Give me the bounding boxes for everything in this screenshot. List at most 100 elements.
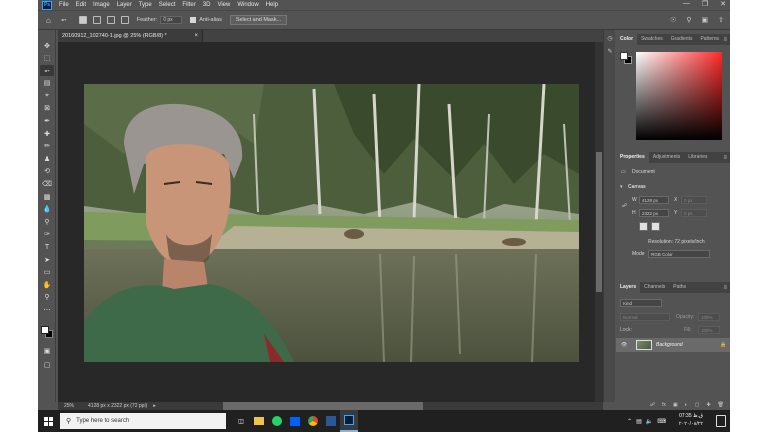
anti-alias-checkbox[interactable] xyxy=(190,17,197,23)
eraser-tool-icon[interactable]: ⌫ xyxy=(40,179,54,190)
link-layers-icon[interactable]: ☍ xyxy=(650,402,655,408)
document-image[interactable] xyxy=(84,84,579,362)
photoshop-taskbar-icon[interactable] xyxy=(340,410,358,432)
menu-layer[interactable]: Layer xyxy=(117,2,132,8)
menu-filter[interactable]: Filter xyxy=(182,2,195,8)
layers-panel-menu-icon[interactable]: ≡ xyxy=(723,285,727,291)
new-selection-icon[interactable] xyxy=(78,16,87,24)
adjustment-layer-icon[interactable]: ◐ xyxy=(685,402,688,408)
tray-chevron-icon[interactable]: ⌃ xyxy=(627,418,632,425)
menu-3d[interactable]: 3D xyxy=(203,2,211,8)
width-input[interactable]: 4128 px xyxy=(639,196,669,204)
volume-icon[interactable]: 🔈 xyxy=(646,418,653,425)
properties-panel-menu-icon[interactable]: ≡ xyxy=(723,155,727,161)
clone-stamp-tool-icon[interactable]: ♟ xyxy=(40,153,54,164)
tab-color[interactable]: Color xyxy=(616,34,638,45)
quick-mask-icon[interactable]: ▣ xyxy=(40,345,54,356)
object-selection-tool-icon[interactable]: ▤ xyxy=(40,78,54,89)
menu-select[interactable]: Select xyxy=(159,2,176,8)
canvas-vertical-scrollbar[interactable] xyxy=(595,42,603,402)
whatsapp-icon[interactable] xyxy=(268,410,286,432)
close-icon[interactable]: ✕ xyxy=(720,0,726,8)
start-button[interactable] xyxy=(38,410,58,432)
new-layer-icon[interactable]: ✚ xyxy=(706,402,710,408)
color-picker-field[interactable] xyxy=(636,52,722,140)
rectangle-tool-icon[interactable]: ▭ xyxy=(40,267,54,278)
share-icon[interactable]: ☉ xyxy=(670,16,676,24)
pen-tool-icon[interactable]: ✑ xyxy=(40,229,54,240)
dodge-tool-icon[interactable]: ⚲ xyxy=(40,216,54,227)
tab-properties[interactable]: Properties xyxy=(616,152,649,163)
status-arrow-icon[interactable]: ▸ xyxy=(153,403,156,409)
menu-view[interactable]: View xyxy=(217,2,230,8)
workspace-icon[interactable]: ▣ xyxy=(702,16,709,24)
share-document-icon[interactable]: ⇧ xyxy=(718,16,724,24)
canvas-horizontal-scrollbar[interactable] xyxy=(223,402,423,410)
healing-brush-tool-icon[interactable]: ✚ xyxy=(40,128,54,139)
home-icon[interactable]: ⌂ xyxy=(46,16,51,25)
eyedropper-tool-icon[interactable]: ✒ xyxy=(40,116,54,127)
y-input[interactable]: 0 px xyxy=(681,209,707,217)
more-tools-icon[interactable]: ⋯ xyxy=(40,304,54,315)
network-icon[interactable]: ▤ xyxy=(636,418,642,425)
opacity-input[interactable]: 100% xyxy=(698,313,720,321)
minimize-icon[interactable]: — xyxy=(683,0,690,8)
frame-tool-icon[interactable]: ⊠ xyxy=(40,103,54,114)
fill-input[interactable]: 100% xyxy=(698,326,720,334)
gradient-tool-icon[interactable]: ▩ xyxy=(40,191,54,202)
mode-select[interactable]: RGB Color xyxy=(648,250,710,258)
x-input[interactable]: 0 px xyxy=(681,196,707,204)
tab-adjustments[interactable]: Adjustments xyxy=(649,152,685,163)
screen-mode-icon[interactable]: ▢ xyxy=(40,359,54,370)
file-explorer-icon[interactable] xyxy=(250,410,268,432)
canvas-section-chevron-icon[interactable]: ▾ xyxy=(620,184,623,190)
hand-tool-icon[interactable]: ✋ xyxy=(40,279,54,290)
menu-help[interactable]: Help xyxy=(266,2,278,8)
layer-row-background[interactable]: 👁 Background 🔒 xyxy=(616,338,730,352)
type-tool-icon[interactable]: T xyxy=(40,242,54,253)
subtract-selection-icon[interactable] xyxy=(106,16,115,24)
document-tab[interactable]: 20160912_102740-1.jpg @ 25% (RGB/8) * × xyxy=(58,30,203,42)
restore-icon[interactable]: ❐ xyxy=(702,0,708,8)
color-panel-menu-icon[interactable]: ≡ xyxy=(723,37,727,43)
panel-foreground-swatch[interactable] xyxy=(620,52,628,60)
layer-name[interactable]: Background xyxy=(656,342,683,348)
crop-tool-icon[interactable]: ⌖ xyxy=(40,90,54,101)
foreground-color-swatch[interactable] xyxy=(41,326,49,334)
feather-input[interactable]: 0 px xyxy=(160,16,183,24)
tab-gradients[interactable]: Gradients xyxy=(667,34,697,45)
layer-visibility-icon[interactable]: 👁 xyxy=(621,342,627,348)
link-dimensions-icon[interactable]: ☍ xyxy=(622,203,627,209)
move-tool-icon[interactable]: ✥ xyxy=(40,40,54,51)
zoom-tool-icon[interactable]: ⚲ xyxy=(40,292,54,303)
tab-patterns[interactable]: Patterns xyxy=(696,34,723,45)
task-view-icon[interactable]: ◫ xyxy=(232,410,250,432)
fx-icon[interactable]: fx xyxy=(662,402,666,408)
delete-layer-icon[interactable]: 🗑 xyxy=(718,402,724,408)
language-icon[interactable]: ⌨ xyxy=(657,418,666,425)
notifications-icon[interactable] xyxy=(716,415,726,427)
search-icon[interactable]: ⚲ xyxy=(686,16,691,24)
tab-libraries[interactable]: Libraries xyxy=(684,152,711,163)
intersect-selection-icon[interactable] xyxy=(120,16,129,24)
menu-type[interactable]: Type xyxy=(139,2,152,8)
history-icon[interactable]: ◷ xyxy=(606,35,614,43)
menu-image[interactable]: Image xyxy=(93,2,110,8)
taskbar-search-box[interactable]: ⚲ Type here to search xyxy=(60,413,226,429)
layer-filter-kind[interactable]: Kind xyxy=(620,299,662,307)
landscape-orientation-icon[interactable] xyxy=(651,222,660,231)
add-mask-icon[interactable]: ▣ xyxy=(673,402,678,408)
blend-mode-select[interactable]: Normal xyxy=(620,313,670,321)
lasso-tool-icon[interactable]: ➵ xyxy=(40,65,54,77)
select-and-mask-button[interactable]: Select and Mask... xyxy=(229,15,288,25)
menu-edit[interactable]: Edit xyxy=(76,2,86,8)
history-brush-tool-icon[interactable]: ⟲ xyxy=(40,166,54,177)
tab-swatches[interactable]: Swatches xyxy=(637,34,667,45)
canvas-area[interactable] xyxy=(58,42,603,402)
zoom-level[interactable]: 25% xyxy=(64,403,74,409)
marquee-tool-icon[interactable]: ⬚ xyxy=(40,53,54,64)
portrait-orientation-icon[interactable] xyxy=(639,222,648,231)
height-input[interactable]: 2322 px xyxy=(639,209,669,217)
blur-tool-icon[interactable]: 💧 xyxy=(40,204,54,215)
brush-settings-icon[interactable]: ✎ xyxy=(606,48,614,56)
